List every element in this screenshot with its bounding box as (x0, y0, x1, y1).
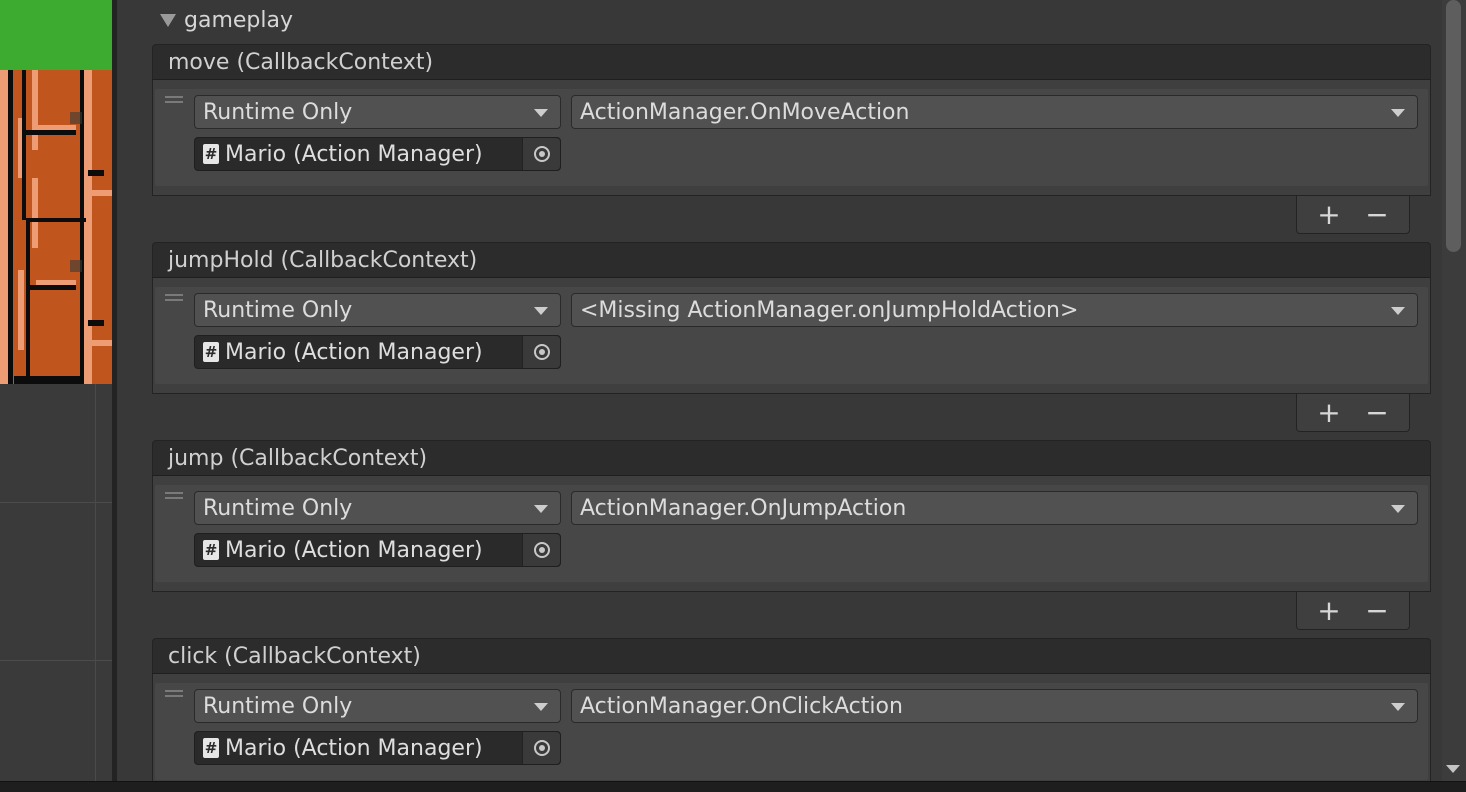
runtime-label: Runtime Only (203, 99, 353, 125)
runtime-label: Runtime Only (203, 693, 353, 719)
runtime-dropdown[interactable]: Runtime Only (194, 95, 561, 129)
brick-wall-sprite (0, 70, 112, 384)
object-field[interactable]: # Mario (Action Manager) (194, 137, 561, 171)
object-picker-icon (533, 344, 550, 360)
object-label: Mario (Action Manager) (225, 537, 483, 563)
function-label: ActionManager.OnMoveAction (580, 99, 910, 125)
runtime-label: Runtime Only (203, 495, 353, 521)
drag-handle-icon[interactable] (165, 492, 183, 499)
event-header: click (CallbackContext) (152, 638, 1431, 674)
scroll-thumb[interactable] (1446, 0, 1461, 252)
event-title: jump (CallbackContext) (168, 445, 428, 471)
object-picker-icon (533, 542, 550, 558)
event-footer: + − (1296, 394, 1410, 432)
event-title: click (CallbackContext) (168, 643, 421, 669)
hash-icon: # (203, 540, 219, 560)
hash-icon: # (203, 342, 219, 362)
drag-handle-icon[interactable] (165, 690, 183, 697)
chevron-down-icon (534, 109, 548, 117)
event-header: jump (CallbackContext) (152, 440, 1431, 476)
event-body: Runtime Only ActionManager.OnMoveAction … (152, 80, 1431, 196)
chevron-down-icon (1391, 307, 1405, 315)
scene-view-strip (0, 0, 112, 781)
inspector-panel: gameplay move (CallbackContext) Runtime … (117, 0, 1442, 781)
event-footer: + − (1296, 592, 1410, 630)
function-dropdown[interactable]: ActionManager.OnClickAction (571, 689, 1418, 723)
hash-icon: # (203, 144, 219, 164)
event-header: move (CallbackContext) (152, 44, 1431, 80)
event-body: Runtime Only ActionManager.OnClickAction… (152, 674, 1431, 781)
remove-listener-button[interactable]: − (1359, 200, 1395, 229)
chevron-down-icon (534, 703, 548, 711)
event-footer: + − (1296, 196, 1410, 234)
chevron-down-icon (534, 505, 548, 513)
object-label: Mario (Action Manager) (225, 339, 483, 365)
object-picker-button[interactable] (522, 138, 560, 170)
object-field[interactable]: # Mario (Action Manager) (194, 533, 561, 567)
event-move: move (CallbackContext) Runtime Only Acti… (152, 44, 1431, 234)
object-picker-icon (533, 740, 550, 756)
event-click: click (CallbackContext) Runtime Only Act… (152, 638, 1431, 781)
foldout-label: gameplay (184, 8, 293, 33)
event-header: jumpHold (CallbackContext) (152, 242, 1431, 278)
add-listener-button[interactable]: + (1311, 398, 1347, 427)
object-picker-icon (533, 146, 550, 162)
remove-listener-button[interactable]: − (1359, 596, 1395, 625)
object-field[interactable]: # Mario (Action Manager) (194, 335, 561, 369)
chevron-down-icon (534, 307, 548, 315)
hash-icon: # (203, 738, 219, 758)
triangle-down-icon (160, 14, 176, 27)
grid-line (95, 384, 96, 781)
object-picker-button[interactable] (522, 336, 560, 368)
chevron-down-icon (1391, 109, 1405, 117)
drag-handle-icon[interactable] (165, 96, 183, 103)
event-title: move (CallbackContext) (168, 49, 434, 75)
gameplay-foldout[interactable]: gameplay (160, 8, 293, 33)
runtime-dropdown[interactable]: Runtime Only (194, 689, 561, 723)
function-label: ActionManager.OnClickAction (580, 693, 903, 719)
object-picker-button[interactable] (522, 732, 560, 764)
object-field[interactable]: # Mario (Action Manager) (194, 731, 561, 765)
drag-handle-icon[interactable] (165, 294, 183, 301)
runtime-label: Runtime Only (203, 297, 353, 323)
event-body: Runtime Only ActionManager.OnJumpAction … (152, 476, 1431, 592)
function-dropdown[interactable]: <Missing ActionManager.onJumpHoldAction> (571, 293, 1418, 327)
event-title: jumpHold (CallbackContext) (168, 247, 478, 273)
runtime-dropdown[interactable]: Runtime Only (194, 491, 561, 525)
object-picker-button[interactable] (522, 534, 560, 566)
chevron-down-icon (1391, 703, 1405, 711)
event-jump: jump (CallbackContext) Runtime Only Acti… (152, 440, 1431, 630)
vertical-scrollbar[interactable] (1442, 0, 1466, 781)
add-listener-button[interactable]: + (1311, 596, 1347, 625)
object-label: Mario (Action Manager) (225, 735, 483, 761)
object-label: Mario (Action Manager) (225, 141, 483, 167)
function-label: ActionManager.OnJumpAction (580, 495, 907, 521)
event-body: Runtime Only <Missing ActionManager.onJu… (152, 278, 1431, 394)
bottom-bar (0, 781, 1466, 792)
event-jumphold: jumpHold (CallbackContext) Runtime Only … (152, 242, 1431, 432)
function-dropdown[interactable]: ActionManager.OnJumpAction (571, 491, 1418, 525)
remove-listener-button[interactable]: − (1359, 398, 1395, 427)
ground-grass-tile (0, 0, 112, 70)
function-label: <Missing ActionManager.onJumpHoldAction> (580, 297, 1079, 323)
function-dropdown[interactable]: ActionManager.OnMoveAction (571, 95, 1418, 129)
add-listener-button[interactable]: + (1311, 200, 1347, 229)
runtime-dropdown[interactable]: Runtime Only (194, 293, 561, 327)
scroll-down-arrow-icon[interactable] (1446, 765, 1460, 773)
chevron-down-icon (1391, 505, 1405, 513)
